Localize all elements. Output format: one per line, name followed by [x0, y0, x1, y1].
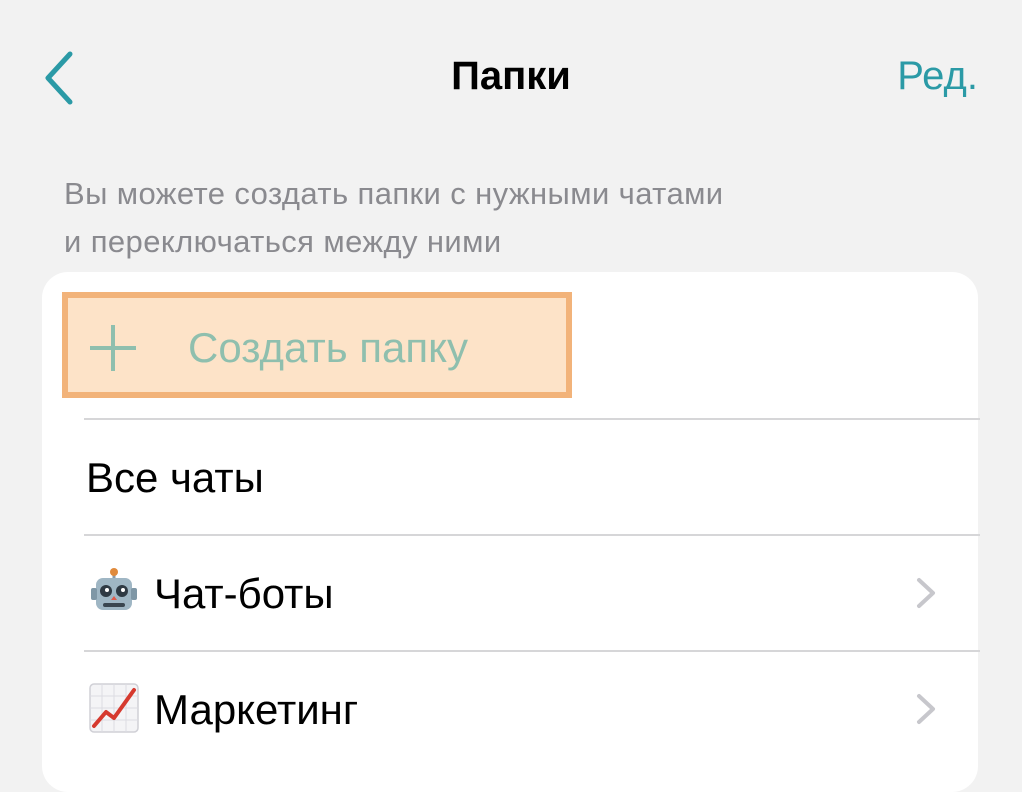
list-item-label: Чат-боты [154, 570, 334, 617]
plus-icon [90, 325, 136, 371]
page-title: Папки [451, 54, 571, 98]
chart-increasing-emoji-icon [89, 683, 139, 733]
list-item-chatbots[interactable]: Чат-боты [42, 536, 978, 650]
list-item-marketing[interactable]: Маркетинг [42, 652, 978, 766]
folders-description: Вы можете создать папки с нужными чатами… [64, 170, 944, 266]
description-line-2: и переключаться между ними [64, 224, 502, 259]
list-item-all-chats[interactable]: Все чаты [42, 420, 978, 534]
navigation-bar: Папки Ред. [0, 0, 1022, 150]
create-folder-row[interactable]: Создать папку [42, 272, 978, 418]
edit-button[interactable]: Ред. [897, 50, 978, 102]
description-line-1: Вы можете создать папки с нужными чатами [64, 176, 724, 211]
create-folder-label: Создать папку [188, 324, 468, 371]
folders-list: Создать папку Все чаты Чат-боты Маркетин… [42, 272, 980, 792]
robot-emoji-icon [91, 568, 137, 610]
chevron-right-icon [917, 694, 935, 724]
list-item-label: Все чаты [86, 454, 264, 501]
list-item-label: Маркетинг [154, 686, 359, 733]
chevron-right-icon [917, 578, 935, 608]
